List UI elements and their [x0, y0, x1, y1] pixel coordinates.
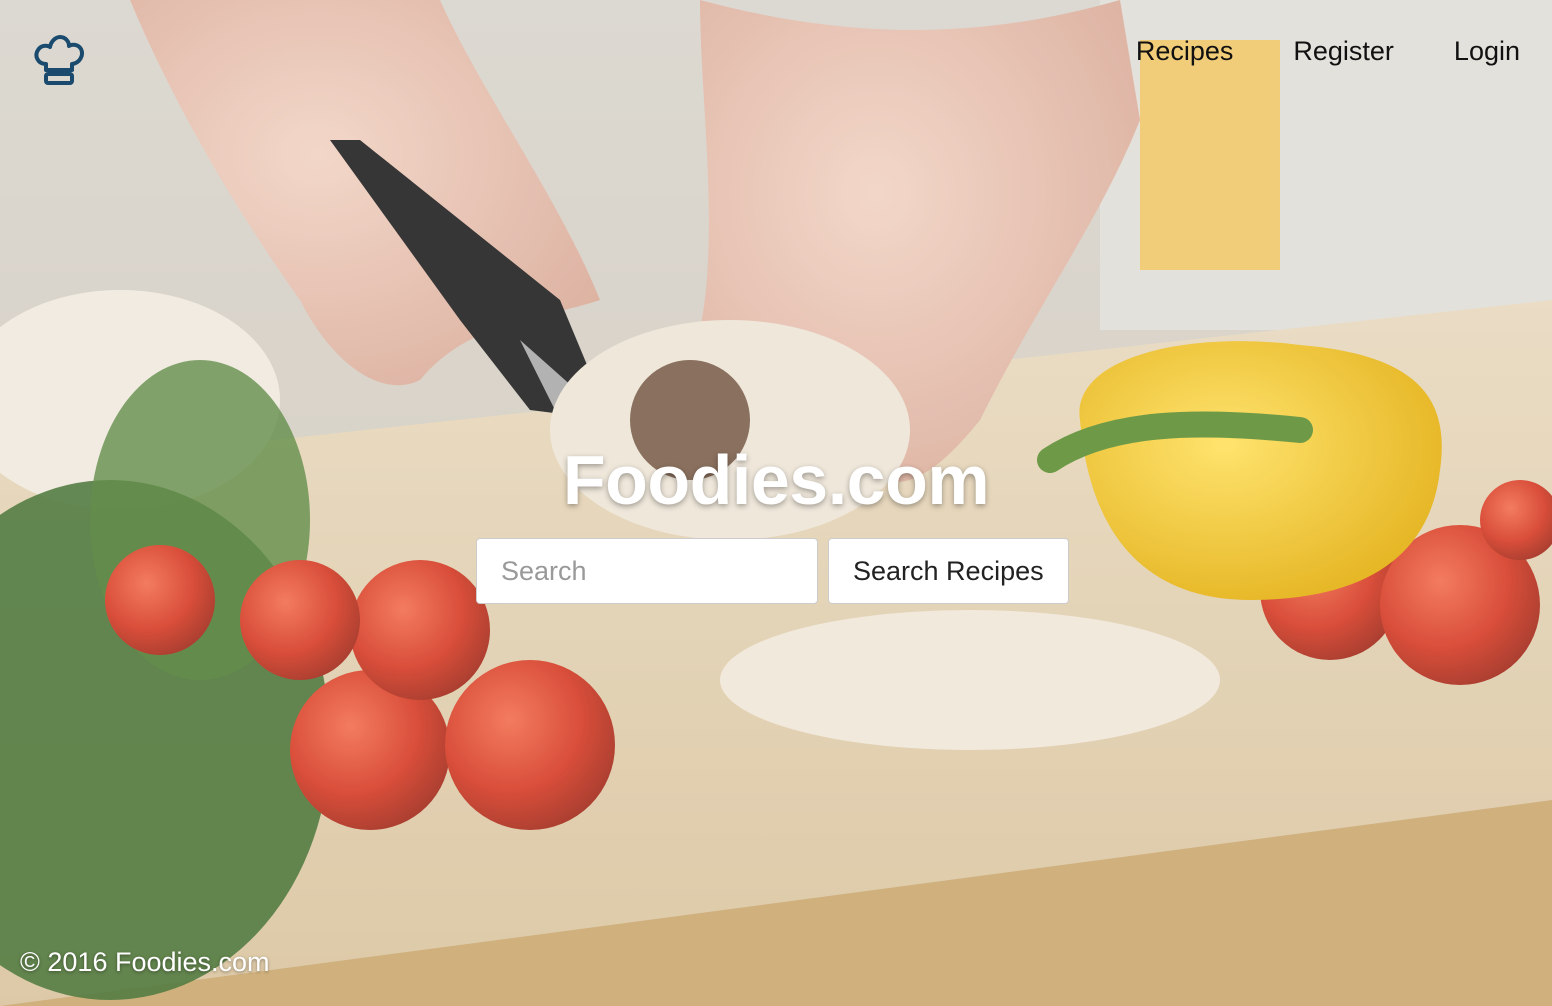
hero-title: Foodies.com — [562, 441, 990, 519]
nav-recipes-link[interactable]: Recipes — [1136, 36, 1234, 67]
search-recipes-button[interactable]: Search Recipes — [828, 538, 1069, 604]
search-form: Search Recipes — [476, 538, 1069, 604]
chef-hat-icon[interactable] — [32, 34, 86, 88]
page: Recipes Register Login Foodies.com Searc… — [0, 0, 1552, 1006]
footer-copyright: © 2016 Foodies.com — [20, 947, 270, 977]
nav-login-link[interactable]: Login — [1454, 36, 1520, 67]
nav-register-link[interactable]: Register — [1293, 36, 1394, 67]
search-input[interactable] — [476, 538, 818, 604]
nav-links: Recipes Register Login — [1136, 36, 1520, 67]
top-nav: Recipes Register Login — [0, 0, 1552, 105]
